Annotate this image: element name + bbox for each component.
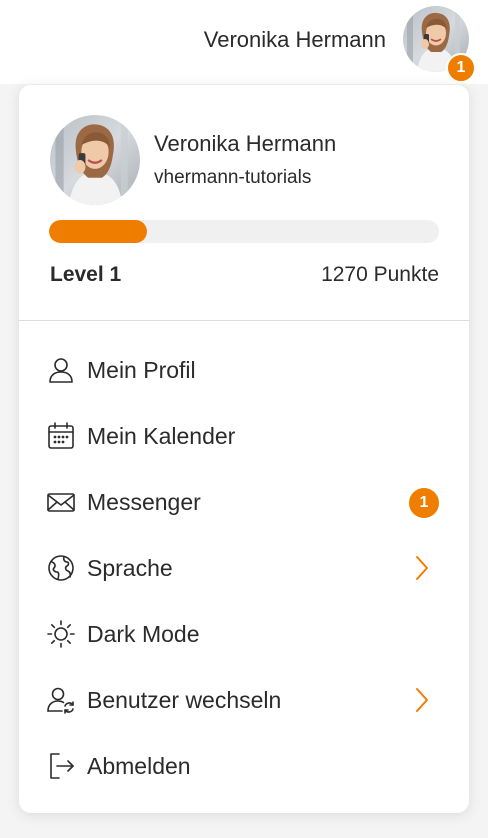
sun-icon: [46, 619, 76, 649]
menu-item-label: Abmelden: [87, 753, 191, 779]
chevron-right-icon: [412, 554, 432, 582]
switch-user-icon: [46, 685, 76, 715]
chevron-right-icon: [412, 686, 432, 714]
menu-item-mein-kalender[interactable]: Mein Kalender: [19, 403, 469, 469]
profile-name: Veronika Hermann: [154, 131, 337, 156]
user-menu: Mein Profil Mein Kalender Messenger 1 Sp…: [19, 337, 469, 799]
menu-item-benutzer-wechseln[interactable]: Benutzer wechseln: [19, 667, 469, 733]
points-label: 1270 Punkte: [321, 263, 439, 286]
user-dropdown-panel: Veronika Hermann vhermann-tutorials Leve…: [19, 85, 469, 813]
menu-item-label: Mein Profil: [87, 357, 196, 383]
user-icon: [46, 355, 76, 385]
top-bar: Veronika Hermann 1: [0, 0, 488, 84]
level-progress-fill: [49, 220, 147, 243]
menu-item-messenger[interactable]: Messenger 1: [19, 469, 469, 535]
calendar-icon: [46, 421, 76, 451]
menu-item-label: Messenger: [87, 489, 201, 515]
profile-handle: vhermann-tutorials: [154, 167, 312, 188]
level-progress-bar: [49, 220, 439, 243]
logout-icon: [46, 751, 76, 781]
menu-item-label: Benutzer wechseln: [87, 687, 282, 713]
menu-item-dark-mode[interactable]: Dark Mode: [19, 601, 469, 667]
notification-badge: 1: [446, 53, 476, 83]
globe-icon: [46, 553, 76, 583]
menu-item-sprache[interactable]: Sprache: [19, 535, 469, 601]
menu-item-label: Sprache: [87, 555, 173, 581]
messenger-unread-badge: 1: [409, 488, 439, 518]
level-label: Level 1: [50, 263, 122, 286]
header-username[interactable]: Veronika Hermann: [204, 24, 386, 56]
menu-item-label: Mein Kalender: [87, 423, 236, 449]
menu-item-mein-profil[interactable]: Mein Profil: [19, 337, 469, 403]
menu-item-abmelden[interactable]: Abmelden: [19, 733, 469, 799]
avatar-photo-icon: [50, 115, 140, 205]
envelope-icon: [46, 487, 76, 517]
divider: [19, 320, 469, 321]
profile-avatar: [50, 115, 140, 205]
menu-item-label: Dark Mode: [87, 621, 200, 647]
